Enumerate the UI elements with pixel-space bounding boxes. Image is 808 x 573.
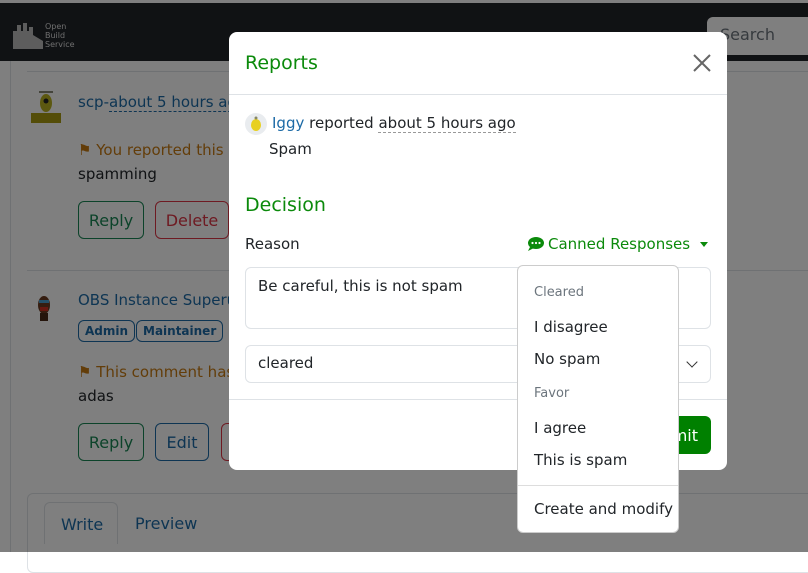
chevron-down-icon — [686, 356, 698, 368]
decision-select-value: cleared — [258, 354, 314, 372]
report-reason: Spam — [269, 140, 312, 158]
report-action: reported — [309, 114, 374, 132]
dropdown-divider — [518, 485, 678, 486]
caret-down-icon — [700, 241, 709, 247]
create-and-modify-item[interactable]: Create and modify — [534, 500, 673, 518]
dropdown-item[interactable]: I agree — [534, 419, 586, 437]
dropdown-item[interactable]: No spam — [534, 350, 600, 368]
canned-responses-toggle[interactable]: Canned Responses — [528, 235, 709, 253]
report-meta: Iggy reported about 5 hours ago — [272, 114, 516, 133]
dropdown-item[interactable]: I disagree — [534, 318, 608, 336]
dropdown-header-cleared: Cleared — [534, 285, 584, 300]
reporter-avatar — [245, 113, 267, 135]
canned-responses-menu: Cleared I disagree No spam Favor I agree… — [517, 265, 679, 533]
modal-header: Reports — [229, 32, 727, 95]
dropdown-item[interactable]: This is spam — [534, 451, 627, 469]
modal-title: Reports — [245, 52, 318, 74]
canned-responses-label: Canned Responses — [548, 235, 691, 253]
close-button[interactable] — [691, 52, 713, 74]
close-icon — [693, 54, 711, 72]
dropdown-header-favor: Favor — [534, 386, 570, 401]
reporter-link[interactable]: Iggy — [272, 114, 304, 132]
comment-dots-icon — [528, 237, 544, 251]
reason-label: Reason — [245, 235, 300, 253]
report-time: about 5 hours ago — [378, 114, 516, 133]
decision-heading: Decision — [245, 194, 326, 216]
